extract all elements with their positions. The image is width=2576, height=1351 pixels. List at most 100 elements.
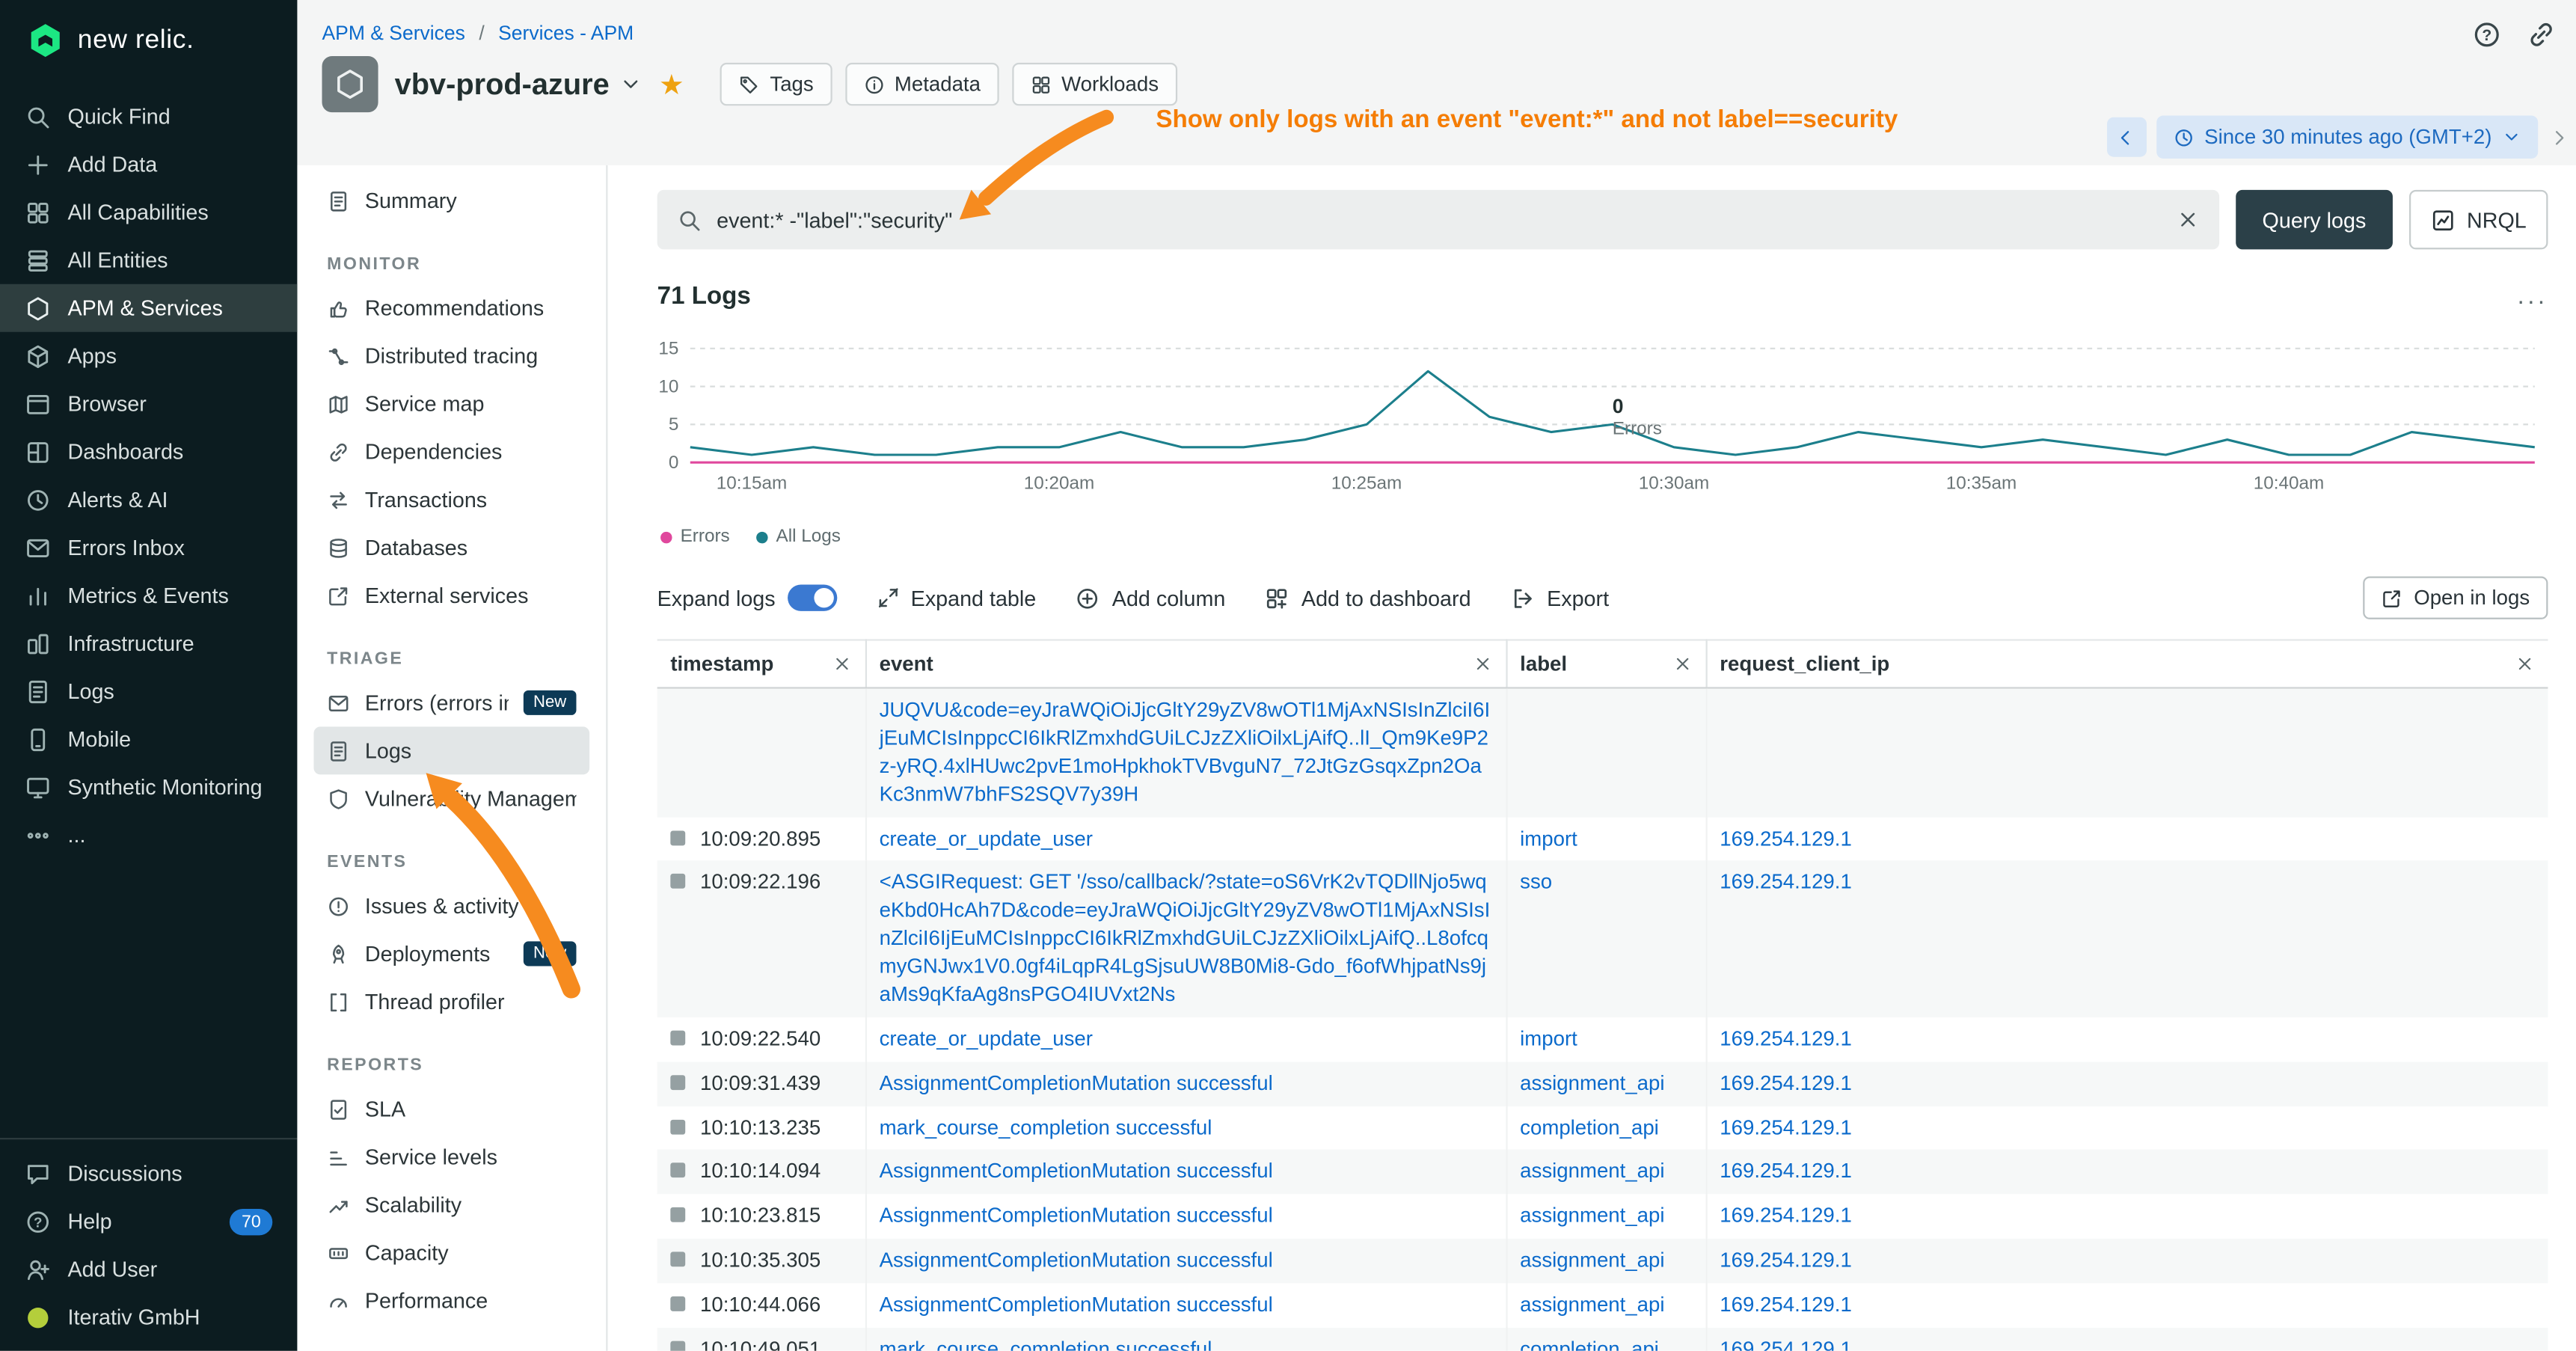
row-expand-icon[interactable] [670,830,685,845]
subnav-item-distributed-tracing[interactable]: Distributed tracing [313,332,589,380]
subnav-item-summary[interactable]: Summary [313,177,589,224]
label-link[interactable]: import [1520,827,1577,850]
favorite-star-icon[interactable]: ★ [659,70,684,99]
global-nav-item-discussions[interactable]: Discussions [0,1150,297,1198]
global-nav-item-alerts-ai[interactable]: Alerts & AI [0,476,297,524]
breadcrumb-link-services-apm[interactable]: Services - APM [498,22,634,45]
nrql-button[interactable]: NRQL [2409,190,2548,249]
global-nav-item-errors-inbox[interactable]: Errors Inbox [0,524,297,572]
label-link[interactable]: import [1520,1027,1577,1050]
event-link[interactable]: AssignmentCompletionMutation successful [880,1249,1273,1272]
remove-column-icon[interactable] [1672,654,1691,673]
event-link[interactable]: <ASGIRequest: GET '/sso/callback/?state=… [880,871,1491,1005]
event-link[interactable]: mark_course_completion successful [880,1115,1212,1139]
overflow-menu-icon[interactable]: ... [2518,288,2548,304]
add-to-dashboard-button[interactable]: Add to dashboard [1265,586,1471,610]
row-expand-icon[interactable] [670,1296,685,1311]
table-row[interactable]: 10:09:20.895create_or_update_userimport1… [657,817,2548,861]
time-range-button[interactable]: Since 30 minutes ago (GMT+2) [2156,116,2538,159]
global-nav-item-quick-find[interactable]: Quick Find [0,93,297,141]
subnav-item-capacity[interactable]: Capacity [313,1229,589,1277]
chip-metadata[interactable]: Metadata [845,63,999,105]
table-row[interactable]: 10:10:49.051mark_course_completion succe… [657,1328,2548,1351]
help-circle-icon[interactable] [2472,19,2502,49]
ip-link[interactable]: 169.254.129.1 [1720,1293,1852,1317]
subnav-item-transactions[interactable]: Transactions [313,476,589,524]
global-nav-item-mobile[interactable]: Mobile [0,715,297,763]
event-link[interactable]: JUQVU&code=eyJraWQiOiJjcGltY29yZV8wOTl1M… [880,699,1491,806]
event-link[interactable]: create_or_update_user [880,827,1093,850]
table-row[interactable]: JUQVU&code=eyJraWQiOiJjcGltY29yZV8wOTl1M… [657,688,2548,817]
legend-item-all-logs[interactable]: All Logs [756,527,841,546]
ip-link[interactable]: 169.254.129.1 [1720,1204,1852,1228]
table-row[interactable]: 10:10:23.815AssignmentCompletionMutation… [657,1195,2548,1239]
subnav-item-dependencies[interactable]: Dependencies [313,428,589,476]
ip-link[interactable]: 169.254.129.1 [1720,871,1852,894]
clear-search-icon[interactable] [2177,208,2200,231]
ip-link[interactable]: 169.254.129.1 [1720,1338,1852,1351]
table-row[interactable]: 10:09:22.196<ASGIRequest: GET '/sso/call… [657,861,2548,1017]
subnav-item-scalability[interactable]: Scalability [313,1180,589,1228]
row-expand-icon[interactable] [670,1207,685,1222]
label-link[interactable]: assignment_api [1520,1204,1664,1228]
subnav-item-databases[interactable]: Databases [313,524,589,572]
event-link[interactable]: mark_course_completion successful [880,1338,1212,1351]
table-row[interactable]: 10:10:14.094AssignmentCompletionMutation… [657,1150,2548,1194]
table-row[interactable]: 10:09:31.439AssignmentCompletionMutation… [657,1062,2548,1106]
label-link[interactable]: assignment_api [1520,1293,1664,1317]
ip-link[interactable]: 169.254.129.1 [1720,1249,1852,1272]
subnav-item-deployments[interactable]: DeploymentsNew [313,930,589,978]
subnav-item-performance[interactable]: Performance [313,1277,589,1325]
subnav-item-sla[interactable]: SLA [313,1085,589,1133]
subnav-item-logs[interactable]: Logs [313,726,589,774]
global-nav-item-help[interactable]: Help70 [0,1198,297,1246]
time-forward-button[interactable] [2548,126,2569,148]
label-link[interactable]: completion_api [1520,1115,1659,1139]
table-row[interactable]: 10:10:35.305AssignmentCompletionMutation… [657,1239,2548,1283]
subnav-item-thread-profiler[interactable]: Thread profiler [313,978,589,1026]
global-nav-item-browser[interactable]: Browser [0,380,297,428]
row-expand-icon[interactable] [670,1341,685,1351]
label-link[interactable]: assignment_api [1520,1160,1664,1183]
event-link[interactable]: AssignmentCompletionMutation successful [880,1293,1273,1317]
global-nav-item-add-user[interactable]: Add User [0,1246,297,1293]
legend-item-errors[interactable]: Errors [660,527,730,546]
label-link[interactable]: assignment_api [1520,1071,1664,1094]
global-nav-item-synthetic-monitoring[interactable]: Synthetic Monitoring [0,763,297,811]
entity-switcher-chevron-icon[interactable] [619,73,643,96]
chip-tags[interactable]: Tags [720,63,832,105]
row-expand-icon[interactable] [670,1163,685,1178]
row-expand-icon[interactable] [670,874,685,889]
table-row[interactable]: 10:09:22.540create_or_update_userimport1… [657,1017,2548,1061]
subnav-item-service-levels[interactable]: Service levels [313,1133,589,1180]
table-row[interactable]: 10:10:44.066AssignmentCompletionMutation… [657,1283,2548,1327]
subnav-item-recommendations[interactable]: Recommendations [313,284,589,332]
event-link[interactable]: AssignmentCompletionMutation successful [880,1160,1273,1183]
label-link[interactable]: assignment_api [1520,1249,1664,1272]
search-box[interactable] [657,190,2219,249]
ip-link[interactable]: 169.254.129.1 [1720,1027,1852,1050]
remove-column-icon[interactable] [2515,654,2534,673]
label-link[interactable]: completion_api [1520,1338,1659,1351]
new-relic-logo[interactable]: new relic. [0,0,297,70]
breadcrumb-link-apm-services[interactable]: APM & Services [322,22,464,45]
global-nav-item-apm-services[interactable]: APM & Services [0,284,297,332]
global-nav-item-metrics-events[interactable]: Metrics & Events [0,572,297,619]
global-nav-item-more[interactable]: ... [0,811,297,859]
global-nav-item-dashboards[interactable]: Dashboards [0,428,297,476]
global-nav-item-infrastructure[interactable]: Infrastructure [0,619,297,667]
logs-search-input[interactable] [717,207,2162,232]
export-button[interactable]: Export [1511,586,1610,610]
subnav-item-external-services[interactable]: External services [313,572,589,619]
expand-table-button[interactable]: Expand table [876,586,1036,610]
row-expand-icon[interactable] [670,1030,685,1045]
row-expand-icon[interactable] [670,1074,685,1089]
global-nav-item-add-data[interactable]: Add Data [0,141,297,189]
open-in-logs-button[interactable]: Open in logs [2363,576,2548,619]
subnav-item-vulnerability-management[interactable]: Vulnerability Management [313,774,589,822]
ip-link[interactable]: 169.254.129.1 [1720,827,1852,850]
ip-link[interactable]: 169.254.129.1 [1720,1071,1852,1094]
chip-workloads[interactable]: Workloads [1012,63,1177,105]
permalink-icon[interactable] [2527,19,2557,49]
query-logs-button[interactable]: Query logs [2236,190,2392,249]
